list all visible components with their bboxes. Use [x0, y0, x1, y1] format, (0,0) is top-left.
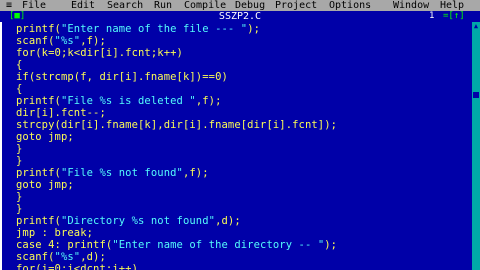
code-text: ,f);	[80, 35, 106, 47]
code-text: );	[324, 239, 338, 251]
code-text: }	[16, 191, 23, 203]
menu-debug[interactable]: Debug	[235, 0, 265, 11]
zoom-button[interactable]: =[↑]	[442, 12, 466, 21]
code-text: printf(	[16, 95, 61, 107]
menu-run[interactable]: Run	[154, 0, 172, 11]
code-line: jmp : break;	[16, 227, 93, 239]
menu-help[interactable]: Help	[440, 0, 464, 11]
code-line: strcpy(dir[i].fname[k],dir[i].fname[dir[…	[16, 119, 337, 131]
code-string: "%s"	[54, 35, 81, 47]
code-line: goto jmp;	[16, 131, 74, 143]
menu-file[interactable]: File	[22, 0, 46, 11]
menu-search[interactable]: Search	[107, 0, 143, 11]
code-string: "Enter name of the file --- "	[60, 23, 248, 35]
window-number: 1	[428, 11, 436, 21]
code-line: printf("Directory %s not found",d);	[16, 215, 241, 227]
code-text: ,f);	[182, 167, 209, 179]
code-text: for(k=0;k<dir[i].fcnt;k++)	[16, 47, 183, 59]
code-text: jmp : break;	[16, 227, 94, 239]
menu-compile[interactable]: Compile	[184, 0, 226, 11]
code-line: }	[16, 143, 22, 155]
file-name: SSZP2.C	[215, 11, 265, 22]
code-line: printf("File %s is deleted ",f);	[16, 95, 222, 107]
code-text: strcpy(dir[i].fname[k],dir[i].fname[dir[…	[16, 119, 338, 131]
code-text: ,d);	[215, 215, 241, 227]
code-text: scanf(	[16, 35, 55, 47]
code-text: }	[16, 155, 23, 167]
code-line: }	[16, 191, 22, 203]
code-line: goto jmp;	[16, 179, 74, 191]
code-line: printf("Enter name of the file --- ");	[16, 23, 260, 35]
code-text: );	[247, 23, 261, 35]
vertical-scrollbar[interactable]: ▲	[472, 22, 480, 270]
code-string: "File %s is deleted "	[60, 95, 196, 107]
menu-project[interactable]: Project	[275, 0, 317, 11]
menu-options[interactable]: Options	[329, 0, 371, 11]
code-line: dir[i].fcnt--;	[16, 107, 106, 119]
code-line: {	[16, 59, 22, 71]
menu-bar: ≡ File Edit Search Run Compile Debug Pro…	[0, 0, 480, 11]
code-line: {	[16, 83, 22, 95]
window-title: SSZP2.C	[0, 11, 480, 22]
code-line: scanf("%s",f);	[16, 35, 106, 47]
code-line: case 4: printf("Enter name of the direct…	[16, 239, 337, 251]
code-text: case 4: printf(	[16, 239, 113, 251]
code-text: scanf(	[16, 251, 55, 263]
code-line: if(strcmp(f, dir[i].fname[k])==0)	[16, 71, 228, 83]
scroll-up-arrow-icon[interactable]: ▲	[472, 22, 480, 30]
code-line: for(i=0;i<dcnt;i++)	[16, 263, 138, 270]
code-text: {	[16, 83, 23, 95]
code-text: if(strcmp(f, dir[i].fname[k])==0)	[16, 71, 228, 83]
code-line: }	[16, 203, 22, 215]
system-menu[interactable]: ≡	[6, 0, 12, 11]
code-line: }	[16, 155, 22, 167]
code-line: for(k=0;k<dir[i].fcnt;k++)	[16, 47, 183, 59]
menu-window[interactable]: Window	[393, 0, 429, 11]
code-text: printf(	[16, 215, 61, 227]
code-line: scanf("%s",d);	[16, 251, 106, 263]
code-editor[interactable]: printf("Enter name of the file --- "); sc…	[0, 22, 472, 270]
code-text: }	[16, 143, 23, 155]
code-string: "%s"	[54, 251, 81, 263]
scroll-thumb[interactable]	[473, 92, 479, 98]
menu-edit[interactable]: Edit	[71, 0, 95, 11]
code-string: "Directory %s not found"	[60, 215, 216, 227]
code-text: ,d);	[80, 251, 106, 263]
code-text: printf(	[16, 23, 61, 35]
code-text: goto jmp;	[16, 131, 74, 143]
code-text: printf(	[16, 167, 61, 179]
code-text: {	[16, 59, 23, 71]
code-text: for(i=0;i<dcnt;i++)	[16, 263, 139, 270]
code-text: ,f);	[195, 95, 222, 107]
code-text: }	[16, 203, 23, 215]
code-string: "Enter name of the directory -- "	[112, 239, 325, 251]
code-text: dir[i].fcnt--;	[16, 107, 106, 119]
code-line: printf("File %s not found",f);	[16, 167, 209, 179]
code-string: "File %s not found"	[60, 167, 183, 179]
code-text: goto jmp;	[16, 179, 74, 191]
